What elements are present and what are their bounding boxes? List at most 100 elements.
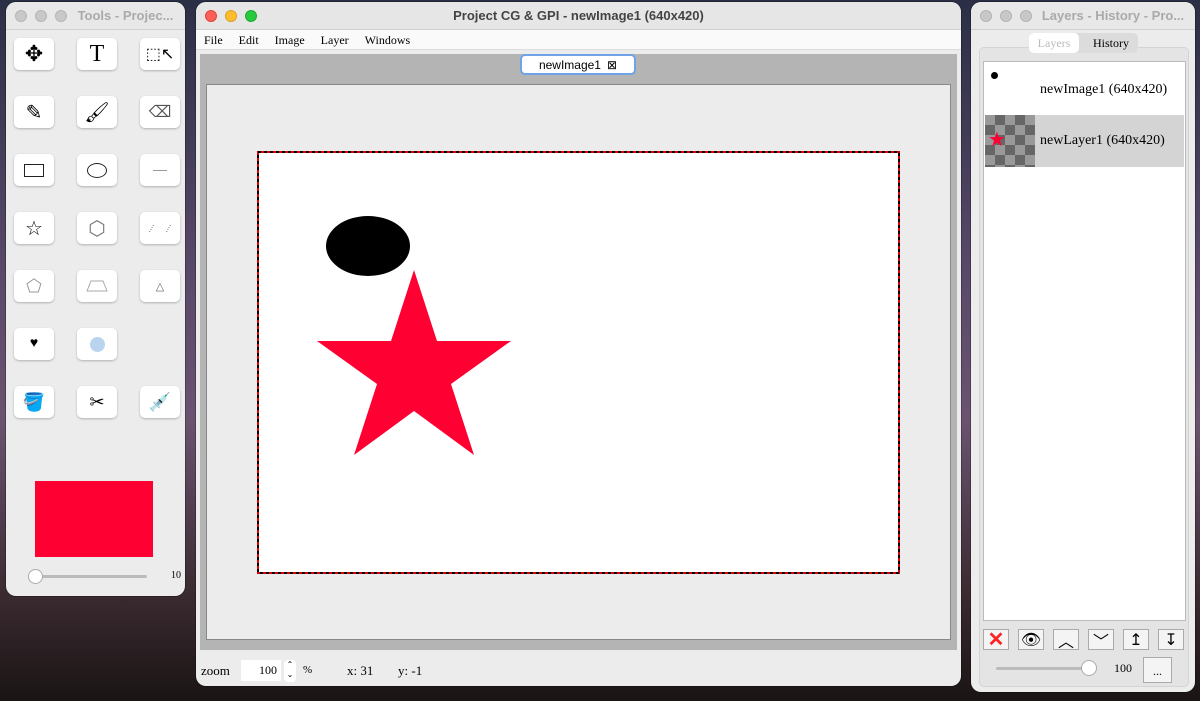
bucket-tool[interactable]: 🪣 [14, 386, 54, 418]
parallelogram-tool[interactable] [140, 212, 180, 244]
line-tool[interactable] [140, 154, 180, 186]
triangle-tool[interactable]: △ [140, 270, 180, 302]
move-tool[interactable]: ✥ [14, 38, 54, 70]
canvas-area [206, 84, 951, 640]
merge-up-icon: ↥ [1129, 631, 1143, 649]
rectangle-icon [24, 163, 44, 177]
ellipse-tool[interactable] [77, 154, 117, 186]
merge-up-button[interactable]: ↥ [1123, 629, 1149, 650]
zoom-stepper[interactable]: ⌃ ⌄ [284, 660, 296, 682]
layer-item[interactable]: newImage1 (640x420) [985, 63, 1184, 115]
menu-windows[interactable]: Windows [357, 30, 419, 49]
minimize-button[interactable] [35, 9, 47, 22]
layer-name: newLayer1 (640x420) [1040, 133, 1165, 148]
color-swatch[interactable] [35, 481, 153, 557]
tab-history[interactable]: History [1093, 36, 1129, 51]
text-tool[interactable]: T [77, 38, 117, 70]
menu-file[interactable]: File [196, 30, 231, 49]
brush-tool[interactable]: 🖌 [77, 96, 117, 128]
menu-edit[interactable]: Edit [231, 30, 267, 49]
size-slider[interactable] [28, 575, 147, 578]
main-titlebar[interactable]: Project CG & GPI - newImage1 (640x420) [196, 2, 961, 30]
chevron-up-icon: ︿ [1057, 633, 1074, 651]
panel-tabs: Layers History [1029, 33, 1138, 53]
trapezoid-icon [86, 280, 108, 292]
circle-tool[interactable] [77, 328, 117, 360]
tab-layers[interactable]: Layers [1029, 33, 1079, 53]
eraser-tool[interactable]: ⌫ [140, 96, 180, 128]
bucket-icon: 🪣 [22, 391, 46, 412]
merge-down-button[interactable]: ↧ [1158, 629, 1184, 650]
size-value: 10 [171, 570, 181, 581]
menu-image[interactable]: Image [267, 30, 313, 49]
select-icon: ⬚↖ [145, 46, 175, 63]
window-controls[interactable] [196, 9, 257, 22]
opacity-slider-thumb[interactable] [1081, 660, 1097, 676]
close-button[interactable] [15, 9, 27, 22]
merge-down-icon: ↧ [1164, 631, 1178, 649]
tab-newimage1[interactable]: newImage1 ⊠ [520, 54, 636, 75]
triangle-icon: △ [155, 280, 165, 293]
window-controls[interactable] [971, 9, 1032, 22]
select-tool[interactable]: ⬚↖ [140, 38, 180, 70]
layer-item-selected[interactable]: ★ newLayer1 (640x420) [985, 115, 1184, 167]
more-button[interactable]: ... [1143, 657, 1172, 683]
zoom-unit: % [303, 664, 313, 676]
pentagon-icon: ⬠ [26, 275, 42, 296]
zoom-button[interactable] [245, 9, 257, 22]
main-window: Project CG & GPI - newImage1 (640x420) F… [196, 2, 961, 686]
image-canvas[interactable] [257, 151, 900, 574]
zoom-button[interactable] [1020, 9, 1032, 22]
trapezoid-tool[interactable] [77, 270, 117, 302]
chevron-down-icon: ﹀ [1092, 633, 1109, 651]
zoom-label: zoom [201, 663, 230, 678]
move-up-button[interactable]: ︿ [1053, 629, 1079, 651]
zoom-input[interactable]: 100 [241, 660, 281, 681]
pentagon-tool[interactable]: ⬠ [14, 270, 54, 302]
delete-layer-button[interactable]: ✕ [983, 629, 1009, 651]
pencil-tool[interactable]: ✎ [14, 96, 54, 128]
tab-pane: newImage1 ⊠ [200, 54, 957, 650]
hexagon-tool[interactable]: ⬡ [77, 212, 117, 244]
toggle-visibility-button[interactable]: 👁 [1018, 629, 1044, 650]
window-title: Project CG & GPI - newImage1 (640x420) [453, 8, 704, 23]
eraser-icon: ⌫ [148, 104, 172, 121]
opacity-value: 100 [1114, 661, 1132, 675]
layer-thumbnail [991, 72, 998, 79]
move-icon: ✥ [24, 41, 44, 66]
star-tool[interactable]: ☆ [14, 212, 54, 244]
scissors-icon: ✂ [89, 391, 105, 412]
hexagon-icon: ⬡ [88, 217, 106, 240]
black-ellipse[interactable] [326, 216, 410, 276]
layers-window: Layers - History - Pro... Layers History… [971, 2, 1195, 692]
move-down-button[interactable]: ﹀ [1088, 629, 1114, 651]
opacity-slider[interactable] [996, 667, 1091, 670]
menu-layer[interactable]: Layer [313, 30, 357, 49]
minimize-button[interactable] [225, 9, 237, 22]
parallelogram-icon [148, 224, 172, 232]
circle-slash-icon [89, 336, 105, 352]
close-button[interactable] [205, 9, 217, 22]
red-x-icon: ✕ [987, 629, 1005, 651]
eyedropper-icon: 💉 [148, 391, 172, 412]
heart-icon: ♥ [29, 336, 39, 351]
minimize-button[interactable] [1000, 9, 1012, 22]
close-button[interactable] [980, 9, 992, 22]
pencil-icon: ✎ [25, 101, 43, 124]
eye-icon: 👁 [1020, 631, 1042, 649]
layers-titlebar[interactable]: Layers - History - Pro... [971, 2, 1195, 30]
window-controls[interactable] [6, 9, 67, 22]
text-icon: T [89, 40, 105, 67]
menu-bar: File Edit Image Layer Windows [196, 30, 961, 50]
size-slider-thumb[interactable] [28, 569, 43, 584]
rectangle-tool[interactable] [14, 154, 54, 186]
heart-tool[interactable]: ♥ [14, 328, 54, 360]
tab-label: newImage1 [538, 57, 601, 72]
status-bar: zoom 100 ⌃ ⌄ % x: 31 y: -1 [196, 656, 961, 686]
layers-list: newImage1 (640x420) ★ newLayer1 (640x420… [983, 61, 1186, 621]
tools-titlebar[interactable]: Tools - Projec... [6, 2, 185, 30]
cut-tool[interactable]: ✂ [77, 386, 117, 418]
tab-close-icon[interactable]: ⊠ [607, 58, 617, 72]
zoom-button[interactable] [55, 9, 67, 22]
eyedropper-tool[interactable]: 💉 [140, 386, 180, 418]
